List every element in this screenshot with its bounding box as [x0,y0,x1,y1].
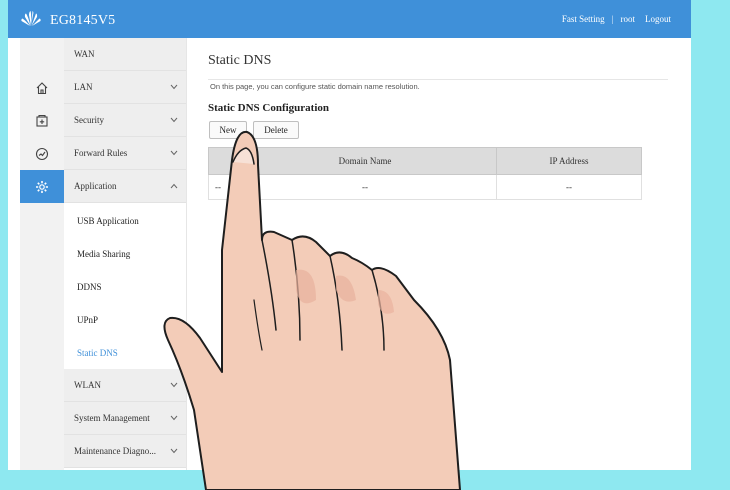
pointing-hand-illustration [163,130,461,490]
